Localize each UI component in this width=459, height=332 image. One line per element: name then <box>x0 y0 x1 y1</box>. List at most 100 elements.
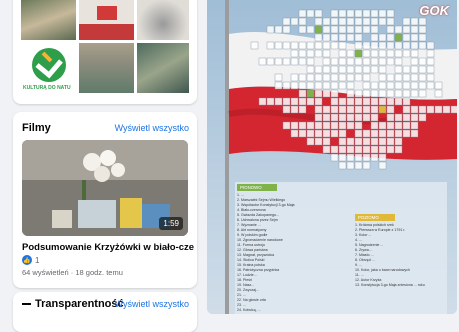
crossword-cell <box>402 105 411 114</box>
crossword-cell <box>370 9 379 18</box>
video-title[interactable]: Podsumowanie Krzyżówki w biało-czerw... <box>22 242 194 253</box>
crossword-cell <box>370 145 379 154</box>
crossword-cell <box>322 137 331 146</box>
crossword-cell <box>346 145 355 154</box>
crossword-cell <box>378 65 387 74</box>
crossword-cell <box>282 17 291 26</box>
crossword-cell <box>346 57 355 66</box>
crossword-cell <box>370 49 379 58</box>
crossword-cell <box>266 97 275 106</box>
crossword-cell <box>362 49 371 58</box>
crossword-cell <box>362 145 371 154</box>
crossword-cell <box>354 25 363 34</box>
crossword-cell <box>314 113 323 122</box>
crossword-cell <box>314 73 323 82</box>
crossword-cell <box>306 89 315 98</box>
crossword-cell <box>370 25 379 34</box>
crossword-cell <box>354 161 363 170</box>
crossword-cell <box>394 65 403 74</box>
crossword-cell <box>282 97 291 106</box>
photo-thumb-6[interactable] <box>137 43 189 93</box>
crossword-cell <box>322 65 331 74</box>
crossword-cell <box>354 57 363 66</box>
crossword-cell <box>298 105 307 114</box>
crossword-cell <box>394 81 403 90</box>
crossword-cell <box>298 121 307 130</box>
crossword-cell <box>386 17 395 26</box>
crossword-cell <box>330 113 339 122</box>
photo-thumb-4[interactable]: KULTURĄ DO NATU <box>21 43 76 93</box>
video-thumbnail[interactable]: 1:59 <box>22 140 188 236</box>
crossword-cell <box>410 65 419 74</box>
crossword-cell <box>402 25 411 34</box>
photo-thumb-3[interactable] <box>137 0 189 40</box>
crossword-cell <box>274 25 283 34</box>
crossword-cell <box>370 81 379 90</box>
crossword-cell <box>442 105 451 114</box>
crossword-cell <box>402 49 411 58</box>
crossword-cell <box>378 129 387 138</box>
crossword-cell <box>298 97 307 106</box>
crossword-cell <box>322 73 331 82</box>
crossword-cell <box>290 17 299 26</box>
crossword-cell <box>314 25 323 34</box>
crossword-cell <box>434 105 443 114</box>
crossword-cell <box>346 97 355 106</box>
crossword-cell <box>378 73 387 82</box>
crossword-cell <box>418 17 427 26</box>
crossword-cell <box>322 49 331 58</box>
crossword-cell <box>370 89 379 98</box>
crossword-cell <box>346 161 355 170</box>
crossword-cell <box>378 105 387 114</box>
crossword-cell <box>338 81 347 90</box>
crossword-cell <box>378 121 387 130</box>
crossword-cell <box>330 65 339 74</box>
crossword-cell <box>314 17 323 26</box>
crossword-cell <box>394 33 403 42</box>
crossword-cell <box>306 129 315 138</box>
crossword-cell <box>346 49 355 58</box>
crossword-cell <box>314 121 323 130</box>
crossword-cell <box>306 121 315 130</box>
photo-thumb-1[interactable] <box>21 0 76 40</box>
crossword-cell <box>370 153 379 162</box>
films-see-all-link[interactable]: Wyświetl wszystko <box>115 123 189 133</box>
crossword-cell <box>434 81 443 90</box>
crossword-cell <box>330 105 339 114</box>
crossword-cell <box>402 33 411 42</box>
crossword-cell <box>338 113 347 122</box>
transparency-see-all-link[interactable]: Wyświetl wszystko <box>115 299 189 309</box>
crossword-cell <box>378 153 387 162</box>
crossword-cell <box>274 73 283 82</box>
crossword-cell <box>402 73 411 82</box>
crossword-cell <box>330 145 339 154</box>
crossword-cell <box>322 81 331 90</box>
crossword-cell <box>418 25 427 34</box>
photo-thumb-5[interactable] <box>79 43 134 93</box>
crossword-cell <box>290 105 299 114</box>
photo-thumb-2[interactable] <box>79 0 134 40</box>
crossword-cell <box>258 57 267 66</box>
transparency-title: Transparentność <box>35 298 124 310</box>
crossword-cell <box>338 121 347 130</box>
crossword-cell <box>394 145 403 154</box>
crossword-cell <box>394 57 403 66</box>
crossword-cell <box>354 137 363 146</box>
video-likes: 👍 1 <box>22 255 39 265</box>
crossword-cell <box>346 105 355 114</box>
crossword-cell <box>338 145 347 154</box>
crossword-cell <box>338 161 347 170</box>
crossword-poster-image[interactable]: GOK PIONOWO 1. ... 2. Marszałek Sejmu Wie… <box>207 0 457 314</box>
crossword-cell <box>394 113 403 122</box>
crossword-cell <box>386 25 395 34</box>
crossword-cell <box>402 121 411 130</box>
crossword-cell <box>322 41 331 50</box>
crossword-cell <box>410 89 419 98</box>
crossword-cell <box>370 33 379 42</box>
crossword-cell <box>362 73 371 82</box>
crossword-cell <box>354 129 363 138</box>
clues-left-list: 1. ... 2. Marszałek Sejmu Wielkiego 3. Wsp… <box>237 193 295 313</box>
crossword-cell <box>378 137 387 146</box>
crossword-cell <box>290 121 299 130</box>
crossword-cell <box>346 65 355 74</box>
